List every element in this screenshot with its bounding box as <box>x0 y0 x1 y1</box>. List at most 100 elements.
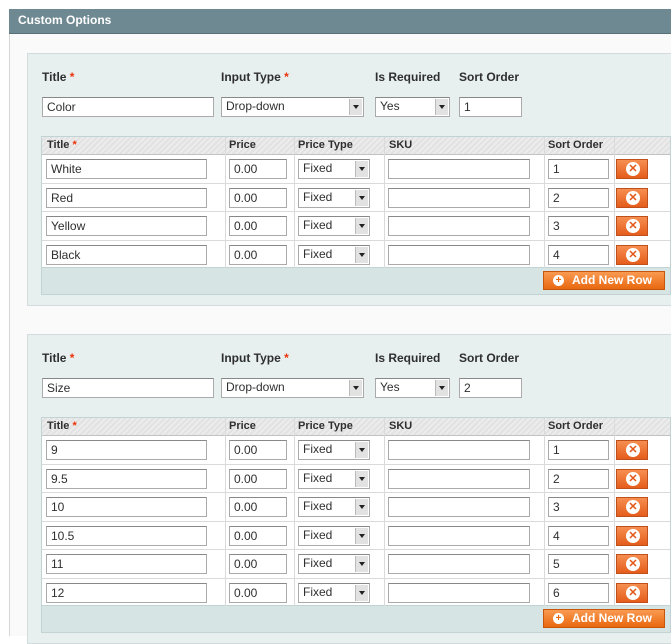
value-price-type-select[interactable]: Fixed <box>298 216 370 236</box>
input-type-label: Input Type * <box>221 70 289 84</box>
input-type-select[interactable]: Drop-down <box>221 378 364 398</box>
value-price-type-select[interactable]: Fixed <box>298 468 370 489</box>
value-price-input[interactable] <box>229 244 287 265</box>
value-price-input[interactable] <box>229 440 287 460</box>
value-sku-input[interactable] <box>388 525 530 546</box>
column-divider <box>294 137 295 269</box>
option-sort-order-input[interactable] <box>459 378 522 398</box>
value-title-input[interactable] <box>46 244 207 265</box>
delete-row-button[interactable]: ✕ <box>616 525 648 546</box>
close-circle-icon: ✕ <box>626 500 640 514</box>
value-title-input[interactable] <box>46 582 207 603</box>
option-title-input[interactable] <box>42 97 214 117</box>
delete-row-button[interactable]: ✕ <box>616 159 648 179</box>
is-required-label: Is Required <box>375 70 441 84</box>
value-title-input[interactable] <box>46 525 207 546</box>
chevron-down-icon <box>355 161 368 177</box>
value-sku-input[interactable] <box>388 216 530 236</box>
delete-row-button[interactable]: ✕ <box>616 440 648 460</box>
value-title-input[interactable] <box>46 440 207 460</box>
value-price-input[interactable] <box>229 497 287 517</box>
value-sort-order-input[interactable] <box>548 582 609 603</box>
value-price-type-select[interactable]: Fixed <box>298 497 370 517</box>
value-price-input[interactable] <box>229 582 287 603</box>
value-price-type-select[interactable]: Fixed <box>298 244 370 265</box>
value-sort-order-input[interactable] <box>548 244 609 265</box>
column-divider <box>544 418 545 607</box>
value-sort-order-input[interactable] <box>548 159 609 179</box>
value-title-input[interactable] <box>46 554 207 574</box>
option-title-input[interactable] <box>42 378 214 398</box>
delete-row-button[interactable]: ✕ <box>616 216 648 236</box>
value-title-input[interactable] <box>46 159 207 179</box>
grid-header: Title * Price Price Type SKU Sort Order <box>42 137 670 155</box>
value-sort-order-input[interactable] <box>548 525 609 546</box>
input-type-select[interactable]: Drop-down <box>221 97 364 117</box>
column-divider <box>294 418 295 607</box>
value-title-input[interactable] <box>46 497 207 517</box>
value-title-input[interactable] <box>46 187 207 208</box>
add-new-row-button[interactable]: + Add New Row <box>543 271 665 290</box>
is-required-select[interactable]: Yes <box>375 378 450 398</box>
value-sort-order-input[interactable] <box>548 216 609 236</box>
value-sku-input[interactable] <box>388 187 530 208</box>
value-price-input[interactable] <box>229 187 287 208</box>
is-required-select[interactable]: Yes <box>375 97 450 117</box>
chevron-down-icon <box>355 189 368 206</box>
value-sku-input[interactable] <box>388 440 530 460</box>
delete-row-button[interactable]: ✕ <box>616 244 648 265</box>
value-sort-order-input[interactable] <box>548 468 609 489</box>
add-new-row-button[interactable]: + Add New Row <box>543 609 665 628</box>
is-required-select-value: Yes <box>380 380 400 394</box>
delete-row-button[interactable]: ✕ <box>616 468 648 489</box>
delete-row-button[interactable]: ✕ <box>616 582 648 603</box>
grid-footer: + Add New Row <box>41 606 671 633</box>
close-circle-icon: ✕ <box>626 443 640 457</box>
value-price-type-select[interactable]: Fixed <box>298 440 370 460</box>
value-price-input[interactable] <box>229 468 287 489</box>
value-price-type-select[interactable]: Fixed <box>298 187 370 208</box>
value-sku-input[interactable] <box>388 554 530 574</box>
value-sku-input[interactable] <box>388 159 530 179</box>
value-price-input[interactable] <box>229 554 287 574</box>
value-price-type-select-value: Fixed <box>303 218 333 232</box>
value-price-input[interactable] <box>229 525 287 546</box>
chevron-down-icon <box>355 527 368 544</box>
delete-row-button[interactable]: ✕ <box>616 554 648 574</box>
value-sort-order-input[interactable] <box>548 187 609 208</box>
col-title-header: Title * <box>47 420 77 432</box>
delete-row-button[interactable]: ✕ <box>616 497 648 517</box>
close-circle-icon: ✕ <box>626 585 640 600</box>
col-sku-header: SKU <box>389 420 413 432</box>
row-divider <box>42 520 670 522</box>
value-price-type-select[interactable]: Fixed <box>298 525 370 546</box>
value-sku-input[interactable] <box>388 244 530 265</box>
value-sort-order-input[interactable] <box>548 554 609 574</box>
row-divider <box>42 549 670 550</box>
value-title-input[interactable] <box>46 468 207 489</box>
close-circle-icon: ✕ <box>626 247 640 262</box>
required-mark: * <box>72 420 77 432</box>
value-sku-input[interactable] <box>388 497 530 517</box>
close-circle-icon: ✕ <box>626 557 640 571</box>
value-sort-order-input[interactable] <box>548 497 609 517</box>
section-title: Custom Options <box>18 13 112 27</box>
value-price-type-select[interactable]: Fixed <box>298 582 370 603</box>
value-sku-input[interactable] <box>388 468 530 489</box>
chevron-down-icon <box>435 380 448 396</box>
col-price-type-header: Price Type <box>298 139 353 151</box>
column-divider <box>384 418 385 607</box>
value-sku-input[interactable] <box>388 582 530 603</box>
option-box-1: Title * Input Type * Is Required Sort Order… <box>27 53 671 306</box>
value-sort-order-input[interactable] <box>548 440 609 460</box>
value-price-type-select-value: Fixed <box>303 527 333 542</box>
value-price-type-select[interactable]: Fixed <box>298 554 370 574</box>
delete-row-button[interactable]: ✕ <box>616 187 648 208</box>
value-title-input[interactable] <box>46 216 207 236</box>
column-divider <box>544 137 545 269</box>
close-circle-icon: ✕ <box>626 471 640 486</box>
value-price-type-select[interactable]: Fixed <box>298 159 370 179</box>
value-price-input[interactable] <box>229 159 287 179</box>
option-sort-order-input[interactable] <box>459 97 522 117</box>
value-price-input[interactable] <box>229 216 287 236</box>
